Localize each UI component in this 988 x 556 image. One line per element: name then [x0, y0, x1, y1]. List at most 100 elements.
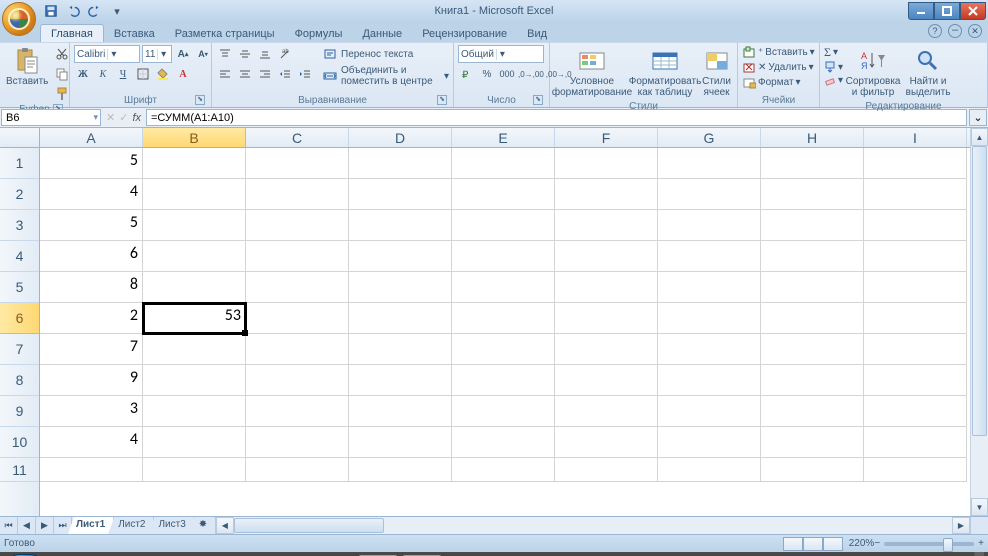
- decrease-indent-icon[interactable]: [276, 65, 294, 83]
- col-header-b[interactable]: B: [143, 128, 246, 147]
- italic-icon[interactable]: К: [94, 65, 112, 83]
- enter-formula-icon[interactable]: ✓: [119, 111, 128, 124]
- alignment-dialog-icon[interactable]: ⬊: [437, 95, 447, 105]
- zoom-level[interactable]: 220%: [849, 538, 875, 549]
- row-header-7[interactable]: 7: [0, 334, 39, 365]
- align-bottom-icon[interactable]: [256, 45, 274, 63]
- col-header-i[interactable]: I: [864, 128, 967, 147]
- align-top-icon[interactable]: [216, 45, 234, 63]
- clear-button[interactable]: ▾: [824, 74, 843, 86]
- ribbon-minimize-icon[interactable]: –: [948, 24, 962, 38]
- cell-b6[interactable]: 53: [143, 303, 246, 334]
- select-all-corner[interactable]: [0, 128, 40, 147]
- align-middle-icon[interactable]: [236, 45, 254, 63]
- col-header-h[interactable]: H: [761, 128, 864, 147]
- col-header-e[interactable]: E: [452, 128, 555, 147]
- shrink-font-icon[interactable]: A▾: [194, 45, 212, 63]
- sheet-tab-1[interactable]: Лист1: [68, 517, 114, 534]
- find-select-button[interactable]: Найти и выделить: [903, 45, 953, 100]
- name-box[interactable]: B6▾: [1, 109, 101, 126]
- row-header-6[interactable]: 6: [0, 303, 39, 334]
- number-format-combo[interactable]: Общий▾: [458, 45, 544, 63]
- scroll-right-icon[interactable]: ▶: [952, 517, 970, 534]
- scroll-up-icon[interactable]: ▲: [971, 128, 988, 146]
- cell-a7[interactable]: 7: [40, 334, 143, 365]
- cell-a6[interactable]: 2: [40, 303, 143, 334]
- cell-a10[interactable]: 4: [40, 427, 143, 458]
- format-cells-button[interactable]: Формат▾: [742, 75, 801, 89]
- tab-data[interactable]: Данные: [352, 25, 412, 42]
- sheet-tab-2[interactable]: Лист2: [110, 517, 154, 534]
- increase-indent-icon[interactable]: [296, 65, 314, 83]
- cell-a11[interactable]: [40, 458, 143, 482]
- first-sheet-icon[interactable]: ⏮: [0, 517, 18, 534]
- copy-icon[interactable]: [53, 65, 71, 83]
- orientation-icon[interactable]: ab: [276, 45, 294, 63]
- cell-a4[interactable]: 6: [40, 241, 143, 272]
- zoom-out-icon[interactable]: −: [874, 538, 880, 549]
- insert-sheet-icon[interactable]: ✸: [191, 517, 215, 534]
- cell-grid[interactable]: 5 4 5 6 8 253 7 9 3 4: [40, 148, 970, 516]
- font-family-combo[interactable]: Calibri▾: [74, 45, 140, 63]
- cell-a8[interactable]: 9: [40, 365, 143, 396]
- border-icon[interactable]: [134, 65, 152, 83]
- row-header-3[interactable]: 3: [0, 210, 39, 241]
- redo-icon[interactable]: [86, 2, 104, 20]
- close-button[interactable]: [960, 2, 986, 20]
- col-header-c[interactable]: C: [246, 128, 349, 147]
- row-header-4[interactable]: 4: [0, 241, 39, 272]
- row-header-2[interactable]: 2: [0, 179, 39, 210]
- align-center-icon[interactable]: [236, 65, 254, 83]
- cell-a3[interactable]: 5: [40, 210, 143, 241]
- number-dialog-icon[interactable]: ⬊: [533, 95, 543, 105]
- tab-home[interactable]: Главная: [40, 24, 104, 42]
- comma-format-icon[interactable]: 000: [498, 65, 516, 83]
- grow-font-icon[interactable]: A▴: [174, 45, 192, 63]
- zoom-in-icon[interactable]: +: [978, 538, 984, 549]
- fx-icon[interactable]: fx: [132, 112, 141, 124]
- office-button[interactable]: [2, 2, 36, 36]
- sheet-tab-3[interactable]: Лист3: [150, 517, 194, 534]
- cell-a9[interactable]: 3: [40, 396, 143, 427]
- fill-button[interactable]: ▾: [824, 61, 843, 73]
- merge-center-button[interactable]: Объединить и поместить в центре▾: [321, 65, 449, 87]
- tab-page-layout[interactable]: Разметка страницы: [165, 25, 285, 42]
- sort-filter-button[interactable]: АЯ Сортировка и фильтр: [846, 45, 900, 100]
- delete-cells-button[interactable]: ✕Удалить▾: [742, 60, 814, 74]
- save-icon[interactable]: [42, 2, 60, 20]
- accounting-format-icon[interactable]: ₽: [458, 65, 476, 83]
- tab-insert[interactable]: Вставка: [104, 25, 165, 42]
- zoom-slider[interactable]: [884, 542, 974, 546]
- scroll-left-icon[interactable]: ◀: [216, 517, 234, 534]
- scroll-down-icon[interactable]: ▼: [971, 498, 988, 516]
- bold-icon[interactable]: Ж: [74, 65, 92, 83]
- format-as-table-button[interactable]: Форматировать как таблицу: [633, 45, 697, 100]
- cell-a5[interactable]: 8: [40, 272, 143, 303]
- insert-cells-button[interactable]: ⁺Вставить▾: [742, 45, 815, 59]
- minimize-button[interactable]: [908, 2, 934, 20]
- row-header-5[interactable]: 5: [0, 272, 39, 303]
- font-color-icon[interactable]: A: [174, 65, 192, 83]
- vertical-scrollbar[interactable]: ▲ ▼: [970, 128, 988, 516]
- row-header-9[interactable]: 9: [0, 396, 39, 427]
- tab-view[interactable]: Вид: [517, 25, 557, 42]
- row-header-10[interactable]: 10: [0, 427, 39, 458]
- doc-close-icon[interactable]: ✕: [968, 24, 982, 38]
- col-header-a[interactable]: A: [40, 128, 143, 147]
- font-size-combo[interactable]: 11▾: [142, 45, 172, 63]
- maximize-button[interactable]: [934, 2, 960, 20]
- font-dialog-icon[interactable]: ⬊: [195, 95, 205, 105]
- cell-b1[interactable]: [143, 148, 246, 179]
- tab-review[interactable]: Рецензирование: [412, 25, 517, 42]
- vscroll-thumb[interactable]: [972, 146, 987, 436]
- row-header-11[interactable]: 11: [0, 458, 39, 482]
- normal-view-icon[interactable]: [783, 537, 803, 551]
- increase-decimal-icon[interactable]: ,0→,00: [518, 65, 544, 83]
- format-painter-icon[interactable]: [53, 85, 71, 103]
- prev-sheet-icon[interactable]: ◀: [18, 517, 36, 534]
- col-header-d[interactable]: D: [349, 128, 452, 147]
- align-left-icon[interactable]: [216, 65, 234, 83]
- autosum-button[interactable]: Σ▾: [824, 45, 843, 60]
- col-header-g[interactable]: G: [658, 128, 761, 147]
- qat-customize-icon[interactable]: ▾: [108, 2, 126, 20]
